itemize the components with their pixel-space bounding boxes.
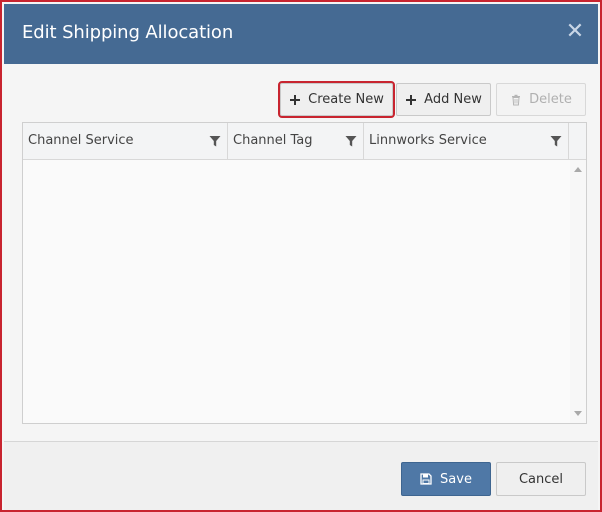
delete-label: Delete [529, 92, 572, 107]
column-label: Channel Service [28, 133, 134, 148]
dialog-body: Create New Add New Delete Channel Servic… [4, 64, 598, 441]
filter-icon[interactable] [345, 135, 357, 147]
filter-icon[interactable] [209, 135, 221, 147]
add-new-button[interactable]: Add New [396, 83, 491, 116]
dialog-header: Edit Shipping Allocation ✕ [4, 4, 598, 64]
scroll-down-icon[interactable] [574, 411, 582, 416]
column-label: Channel Tag [233, 133, 313, 148]
plus-icon [406, 94, 417, 105]
shipping-allocation-grid: Channel Service Channel Tag Linnworks Se… [22, 122, 587, 424]
add-new-label: Add New [424, 92, 482, 107]
scroll-up-icon[interactable] [574, 167, 582, 172]
dialog-footer: Save Cancel [4, 441, 598, 510]
cancel-button[interactable]: Cancel [496, 462, 586, 496]
grid-header: Channel Service Channel Tag Linnworks Se… [23, 123, 586, 160]
dialog-title: Edit Shipping Allocation [22, 22, 234, 43]
create-new-label: Create New [308, 92, 384, 107]
column-label: Linnworks Service [369, 133, 487, 148]
create-new-button[interactable]: Create New [278, 81, 395, 118]
column-header-linnworks-service[interactable]: Linnworks Service [364, 123, 569, 159]
filter-icon[interactable] [550, 135, 562, 147]
save-button[interactable]: Save [401, 462, 491, 496]
vertical-scrollbar[interactable] [570, 160, 586, 423]
plus-icon [290, 94, 301, 105]
column-header-channel-service[interactable]: Channel Service [23, 123, 228, 159]
save-label: Save [440, 471, 472, 487]
close-icon[interactable]: ✕ [564, 20, 586, 44]
save-icon [420, 473, 432, 485]
trash-icon [512, 94, 521, 105]
column-header-channel-tag[interactable]: Channel Tag [228, 123, 364, 159]
delete-button[interactable]: Delete [496, 83, 586, 116]
edit-shipping-allocation-dialog: Edit Shipping Allocation ✕ Create New Ad… [0, 0, 602, 512]
